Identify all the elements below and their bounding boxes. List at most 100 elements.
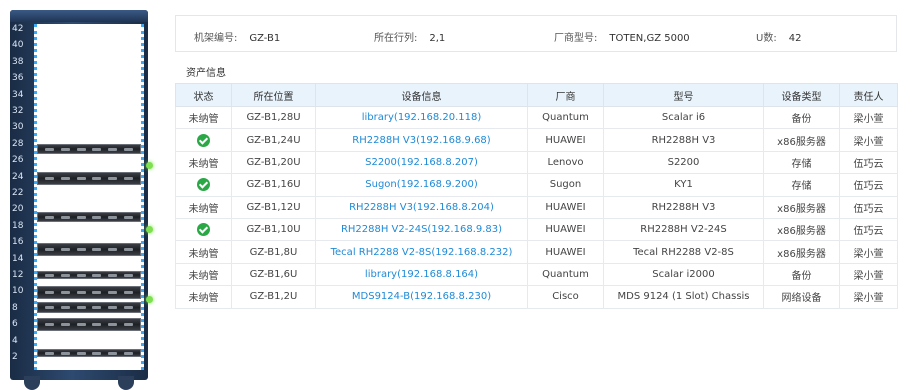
rack-unit-label: 8: [12, 302, 18, 313]
device-info-link[interactable]: library(192.168.20.118): [315, 105, 528, 130]
device-info-link[interactable]: RH2288H V2-24S(192.168.9.83): [315, 217, 528, 242]
rack-row-col: 所在行列: 2,1: [374, 29, 445, 44]
device-info-link[interactable]: MDS9124-B(192.168.8.230): [315, 285, 528, 309]
device-info-link[interactable]: Tecal RH2288 V2-8S(192.168.8.232): [315, 240, 528, 264]
header-owner: 责任人: [839, 83, 898, 107]
vendor-cell: Quantum: [527, 105, 604, 130]
asset-table: 状态 所在位置 设备信息 厂商 型号 设备类型 责任人 未纳管 GZ-B1,28U…: [175, 83, 898, 309]
table-row[interactable]: 未纳管 GZ-B1,8U Tecal RH2288 V2-8S(192.168.8.…: [175, 240, 898, 264]
drive-bay: [92, 177, 102, 180]
u-count-label: U数:: [756, 33, 777, 44]
status-led-icon: [146, 226, 153, 233]
status-cell: 未纳管: [175, 262, 232, 287]
drive-bay: [60, 323, 70, 326]
rack-unit-label: 14: [12, 253, 24, 264]
rack-u-count: U数: 42: [756, 29, 801, 44]
row-col-label: 所在行列:: [374, 33, 418, 44]
drive-bay: [76, 177, 86, 180]
drive-bay: [123, 147, 133, 151]
table-row[interactable]: 未纳管 GZ-B1,6U library(192.168.8.164) Quantum…: [175, 262, 898, 287]
drive-bay: [92, 147, 102, 151]
rack-unit-label: 38: [12, 56, 24, 67]
drive-bay: [45, 273, 55, 277]
owner-cell: 梁小萱: [839, 285, 898, 309]
rack-unit-label: 42: [12, 24, 24, 34]
model-cell: S2200: [603, 150, 764, 175]
header-status: 状态: [175, 83, 232, 107]
drive-bay: [107, 273, 117, 277]
table-row[interactable]: GZ-B1,24U RH2288H V3(192.168.9.68) HUAWEI R…: [175, 128, 898, 152]
status-cell: 未纳管: [175, 150, 232, 175]
rack-unit-label: 28: [12, 138, 24, 149]
model-cell: Scalar i6: [603, 105, 764, 130]
rack-unit-label: 6: [12, 319, 18, 330]
drive-bay: [92, 215, 102, 219]
device-info-link[interactable]: S2200(192.168.8.207): [315, 150, 528, 175]
rack-unit-label: 34: [12, 89, 24, 100]
rack-device[interactable]: [37, 349, 141, 357]
drive-bay: [45, 306, 55, 309]
device-type-cell: 备份: [763, 105, 840, 130]
drive-bay: [76, 248, 86, 251]
rack-unit-label: 26: [12, 155, 24, 166]
rack-unit-scale: 42 40 38 36 34 32 30 28 26 24 22 20 18 16 14 12 10 8 6 4 2: [12, 24, 34, 370]
rack-device[interactable]: [37, 212, 141, 222]
device-type-cell: 网络设备: [763, 285, 840, 309]
status-cell: 未纳管: [175, 285, 232, 309]
drive-bay: [45, 323, 55, 326]
device-info-link[interactable]: RH2288H V3(192.168.8.204): [315, 195, 528, 219]
model-cell: RH2288H V3: [603, 128, 764, 152]
table-row[interactable]: 未纳管 GZ-B1,28U library(192.168.20.118) Quant…: [175, 105, 898, 130]
owner-cell: 伍巧云: [839, 150, 898, 175]
rack-device[interactable]: [37, 243, 141, 256]
status-led-icon: [146, 162, 153, 169]
drive-bay: [123, 351, 133, 355]
owner-cell: 梁小萱: [839, 262, 898, 287]
location-cell: GZ-B1,2U: [231, 285, 316, 309]
rack-interior: [34, 24, 144, 370]
drive-bay: [107, 147, 117, 151]
drive-bay: [92, 351, 102, 355]
device-info-link[interactable]: library(192.168.8.164): [315, 262, 528, 287]
table-row[interactable]: 未纳管 GZ-B1,20U S2200(192.168.8.207) Lenovo S2…: [175, 150, 898, 175]
drive-bay: [60, 291, 70, 294]
rack-device[interactable]: [37, 286, 141, 299]
table-row[interactable]: GZ-B1,16U Sugon(192.168.9.200) Sugon KY1 存储伍…: [175, 173, 898, 197]
rack-device[interactable]: [37, 302, 141, 313]
drive-bay: [123, 323, 133, 326]
drive-bay: [107, 248, 117, 251]
drive-bay: [60, 273, 70, 277]
rack-device[interactable]: [37, 318, 141, 331]
drive-bay: [92, 291, 102, 294]
drive-bay: [107, 291, 117, 294]
drive-bay: [92, 323, 102, 326]
location-cell: GZ-B1,28U: [231, 105, 316, 130]
drive-bay: [107, 323, 117, 326]
location-cell: GZ-B1,8U: [231, 240, 316, 264]
device-info-link[interactable]: Sugon(192.168.9.200): [315, 173, 528, 197]
location-cell: GZ-B1,12U: [231, 195, 316, 219]
rack-device[interactable]: [37, 144, 141, 154]
drive-bay: [60, 147, 70, 151]
vendor-cell: HUAWEI: [527, 128, 604, 152]
status-cell: [175, 173, 232, 197]
device-info-link[interactable]: RH2288H V3(192.168.9.68): [315, 128, 528, 152]
table-row[interactable]: GZ-B1,10U RH2288H V2-24S(192.168.9.83) HUA…: [175, 217, 898, 242]
rack-top-cap: [10, 10, 148, 22]
device-type-cell: 存储: [763, 150, 840, 175]
table-row[interactable]: 未纳管 GZ-B1,2U MDS9124-B(192.168.8.230) Cisco…: [175, 285, 898, 309]
rack-device[interactable]: [37, 172, 141, 185]
rack-unit-label: 22: [12, 188, 24, 198]
table-row[interactable]: 未纳管 GZ-B1,12U RH2288H V3(192.168.8.204) HUA…: [175, 195, 898, 219]
drive-bay: [107, 351, 117, 355]
device-type-cell: x86服务器: [763, 217, 840, 242]
location-cell: GZ-B1,6U: [231, 262, 316, 287]
rack-unit-label: 2: [12, 352, 18, 362]
owner-cell: 梁小萱: [839, 240, 898, 264]
location-cell: GZ-B1,20U: [231, 150, 316, 175]
rack-device[interactable]: [37, 271, 141, 279]
drive-bay: [76, 291, 86, 294]
device-type-cell: 备份: [763, 262, 840, 287]
rack-vendor-model: 厂商型号: TOTEN,GZ 5000: [554, 29, 690, 44]
owner-cell: 伍巧云: [839, 195, 898, 219]
